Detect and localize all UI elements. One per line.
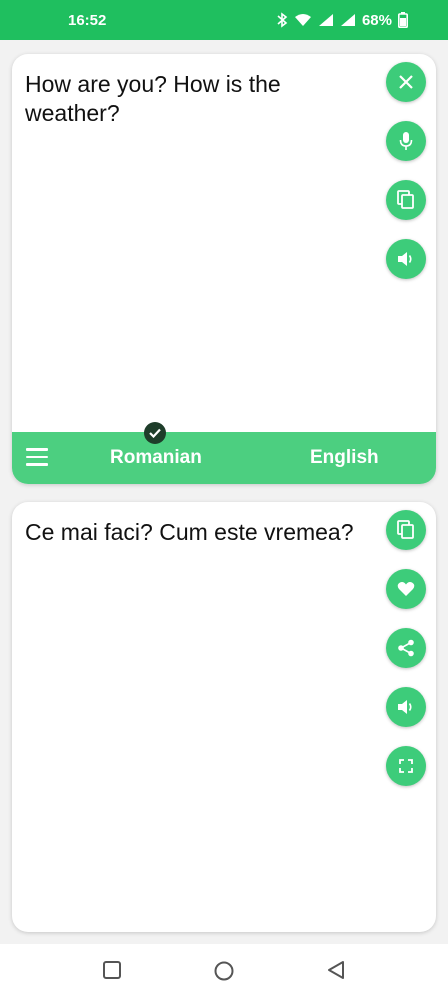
source-language-button[interactable]: Romanian bbox=[110, 447, 202, 469]
speak-translation-button[interactable] bbox=[386, 687, 426, 727]
source-text-input[interactable]: How are you? How is the weather? bbox=[25, 70, 375, 128]
target-card: Ce mai faci? Cum este vremea? bbox=[12, 502, 436, 932]
wifi-icon bbox=[294, 14, 311, 26]
source-card: How are you? How is the weather? Romania… bbox=[12, 54, 436, 484]
source-actions bbox=[386, 62, 426, 298]
speak-button[interactable] bbox=[386, 239, 426, 279]
copy-button[interactable] bbox=[386, 180, 426, 220]
back-button[interactable] bbox=[326, 960, 346, 985]
battery-percent: 68% bbox=[361, 11, 392, 29]
favorite-button[interactable] bbox=[386, 569, 426, 609]
heart-icon bbox=[397, 582, 415, 596]
language-bar: Romanian English bbox=[12, 422, 436, 484]
clear-button[interactable] bbox=[386, 62, 426, 102]
close-icon bbox=[399, 75, 413, 89]
circle-icon bbox=[214, 961, 234, 981]
check-icon bbox=[144, 422, 166, 444]
status-icons: 68% bbox=[276, 12, 408, 29]
triangle-back-icon bbox=[328, 961, 344, 979]
copy-icon bbox=[397, 190, 414, 209]
target-actions bbox=[386, 510, 426, 805]
microphone-button[interactable] bbox=[386, 121, 426, 161]
speaker-icon bbox=[398, 700, 412, 714]
recents-button[interactable] bbox=[102, 960, 122, 985]
copy-icon bbox=[397, 520, 414, 539]
signal-icon bbox=[318, 14, 333, 26]
bluetooth-icon bbox=[277, 12, 288, 28]
microphone-icon bbox=[399, 132, 413, 150]
home-button[interactable] bbox=[213, 960, 235, 987]
speaker-icon bbox=[398, 252, 412, 266]
fullscreen-icon bbox=[399, 759, 413, 773]
menu-button[interactable] bbox=[26, 448, 48, 468]
navigation-bar bbox=[0, 944, 448, 1000]
fullscreen-button[interactable] bbox=[386, 746, 426, 786]
signal-icon bbox=[340, 14, 355, 26]
share-button[interactable] bbox=[386, 628, 426, 668]
copy-translation-button[interactable] bbox=[386, 510, 426, 550]
status-time: 16:52 bbox=[68, 11, 107, 29]
battery-icon bbox=[398, 12, 408, 28]
target-language-button[interactable]: English bbox=[310, 447, 379, 469]
square-icon bbox=[103, 961, 121, 979]
translation-text: Ce mai faci? Cum este vremea? bbox=[25, 519, 354, 545]
status-bar: 16:52 68% bbox=[0, 0, 448, 40]
share-icon bbox=[398, 639, 414, 657]
